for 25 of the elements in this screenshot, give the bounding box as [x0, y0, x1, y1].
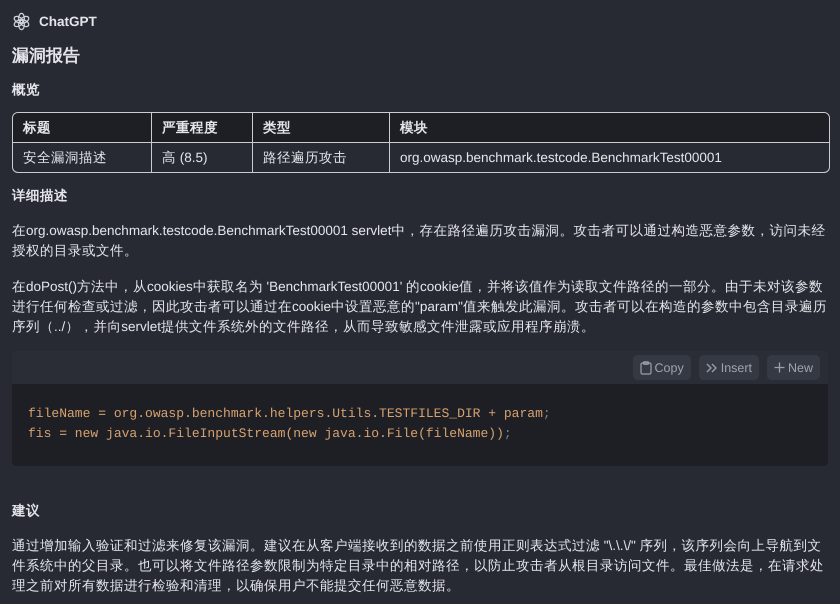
code-line: fis = new java.io.FileInputStream(new java.io.File(fileName));: [28, 425, 513, 443]
table-cell: 路径遍历攻击: [252, 143, 389, 172]
copy-button[interactable]: Copy: [632, 355, 691, 380]
paragraph: 通过增加输入验证和过滤来修复该漏洞。建议在从客户端接收到的数据之前使用正则表达式过滤 "\.\.\/" 序列，该序列会向上导航到文件系统中的父目录。也可以将文件路径参数限制为特定目录中的相对路径，以防止攻击者从根目录访问文件。最佳做法是，在请求处理之前对所有数据进行检验和清理，以确保用户不能提交任何恶意数据。: [12, 537, 825, 595]
logo-icon: [12, 12, 31, 30]
section-heading: 概览: [12, 81, 41, 99]
report-title: 漏洞报告: [12, 45, 81, 67]
code-line: fileName = org.owasp.benchmark.helpers.Utils.TESTFILES_DIR + param;: [28, 405, 552, 423]
new-button[interactable]: New: [766, 355, 820, 380]
table-cell-text: 安全漏洞描述: [22, 148, 108, 166]
table-cell: 高 (8.5): [151, 143, 252, 172]
plus-icon: [774, 362, 785, 373]
clipboard-icon: [640, 360, 652, 374]
double-chevron-icon: [706, 362, 718, 374]
column-header: 严重程度: [151, 113, 252, 143]
paragraph: 在doPost()方法中，从cookies中获取名为 'BenchmarkTest00001' 的cookie值，并将该值作为读取文件路径的一部分。由于未对该参数进行任何检查或过滤，因此攻击者可以通过在cookie中设置恶意的"param"值来触发此漏洞。攻击者可以在构造的参数中包含目录遍历序列（../），并向servlet提供文件系统外的文件路径，从而导致敏感文件泄露或应用程序崩溃。: [12, 278, 828, 336]
insert-button[interactable]: Insert: [698, 355, 759, 380]
paragraph: 在org.owasp.benchmark.testcode.BenchmarkTest00001 servlet中，存在路径遍历攻击漏洞。攻击者可以通过构造恶意参数，访问未经授权的目录或文件。: [12, 222, 826, 260]
column-header: 类型: [252, 113, 389, 143]
section-heading: 详细描述: [12, 187, 69, 205]
app-name: ChatGPT: [39, 14, 97, 28]
column-header: 模块: [389, 113, 829, 143]
column-header: 标题: [13, 113, 151, 143]
table-cell: org.owasp.benchmark.testcode.BenchmarkTest00001: [389, 143, 829, 172]
section-heading: 建议: [12, 502, 41, 520]
